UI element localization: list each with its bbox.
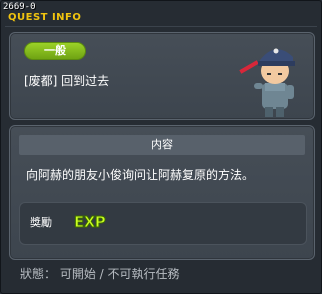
window-title: QUEST INFO bbox=[8, 12, 82, 23]
quest-status: 狀態： 可開始 / 不可執行任務 bbox=[20, 267, 180, 281]
title-divider bbox=[5, 26, 317, 27]
quest-name: [废都] 回到过去 bbox=[24, 74, 110, 88]
content-section-title: 内容 bbox=[19, 135, 305, 155]
quest-category-badge: 一般 bbox=[24, 42, 86, 60]
npc-police-figure-icon bbox=[239, 48, 295, 117]
quest-header-panel: 一般 [废都] 回到过去 bbox=[9, 32, 315, 120]
quest-info-window: 2669-0 QUEST INFO 一般 [废都] 回到过去 内容 向阿赫的朋友… bbox=[0, 0, 322, 294]
reward-box: 獎勵 EXP bbox=[19, 202, 307, 245]
quest-description: 向阿赫的朋友小俊询问让阿赫复原的方法。 bbox=[26, 168, 255, 182]
exp-reward-badge: EXP bbox=[73, 213, 106, 232]
reward-label: 獎勵 bbox=[30, 216, 52, 229]
quest-content-panel: 内容 向阿赫的朋友小俊询问让阿赫复原的方法。 獎勵 EXP bbox=[9, 125, 315, 260]
